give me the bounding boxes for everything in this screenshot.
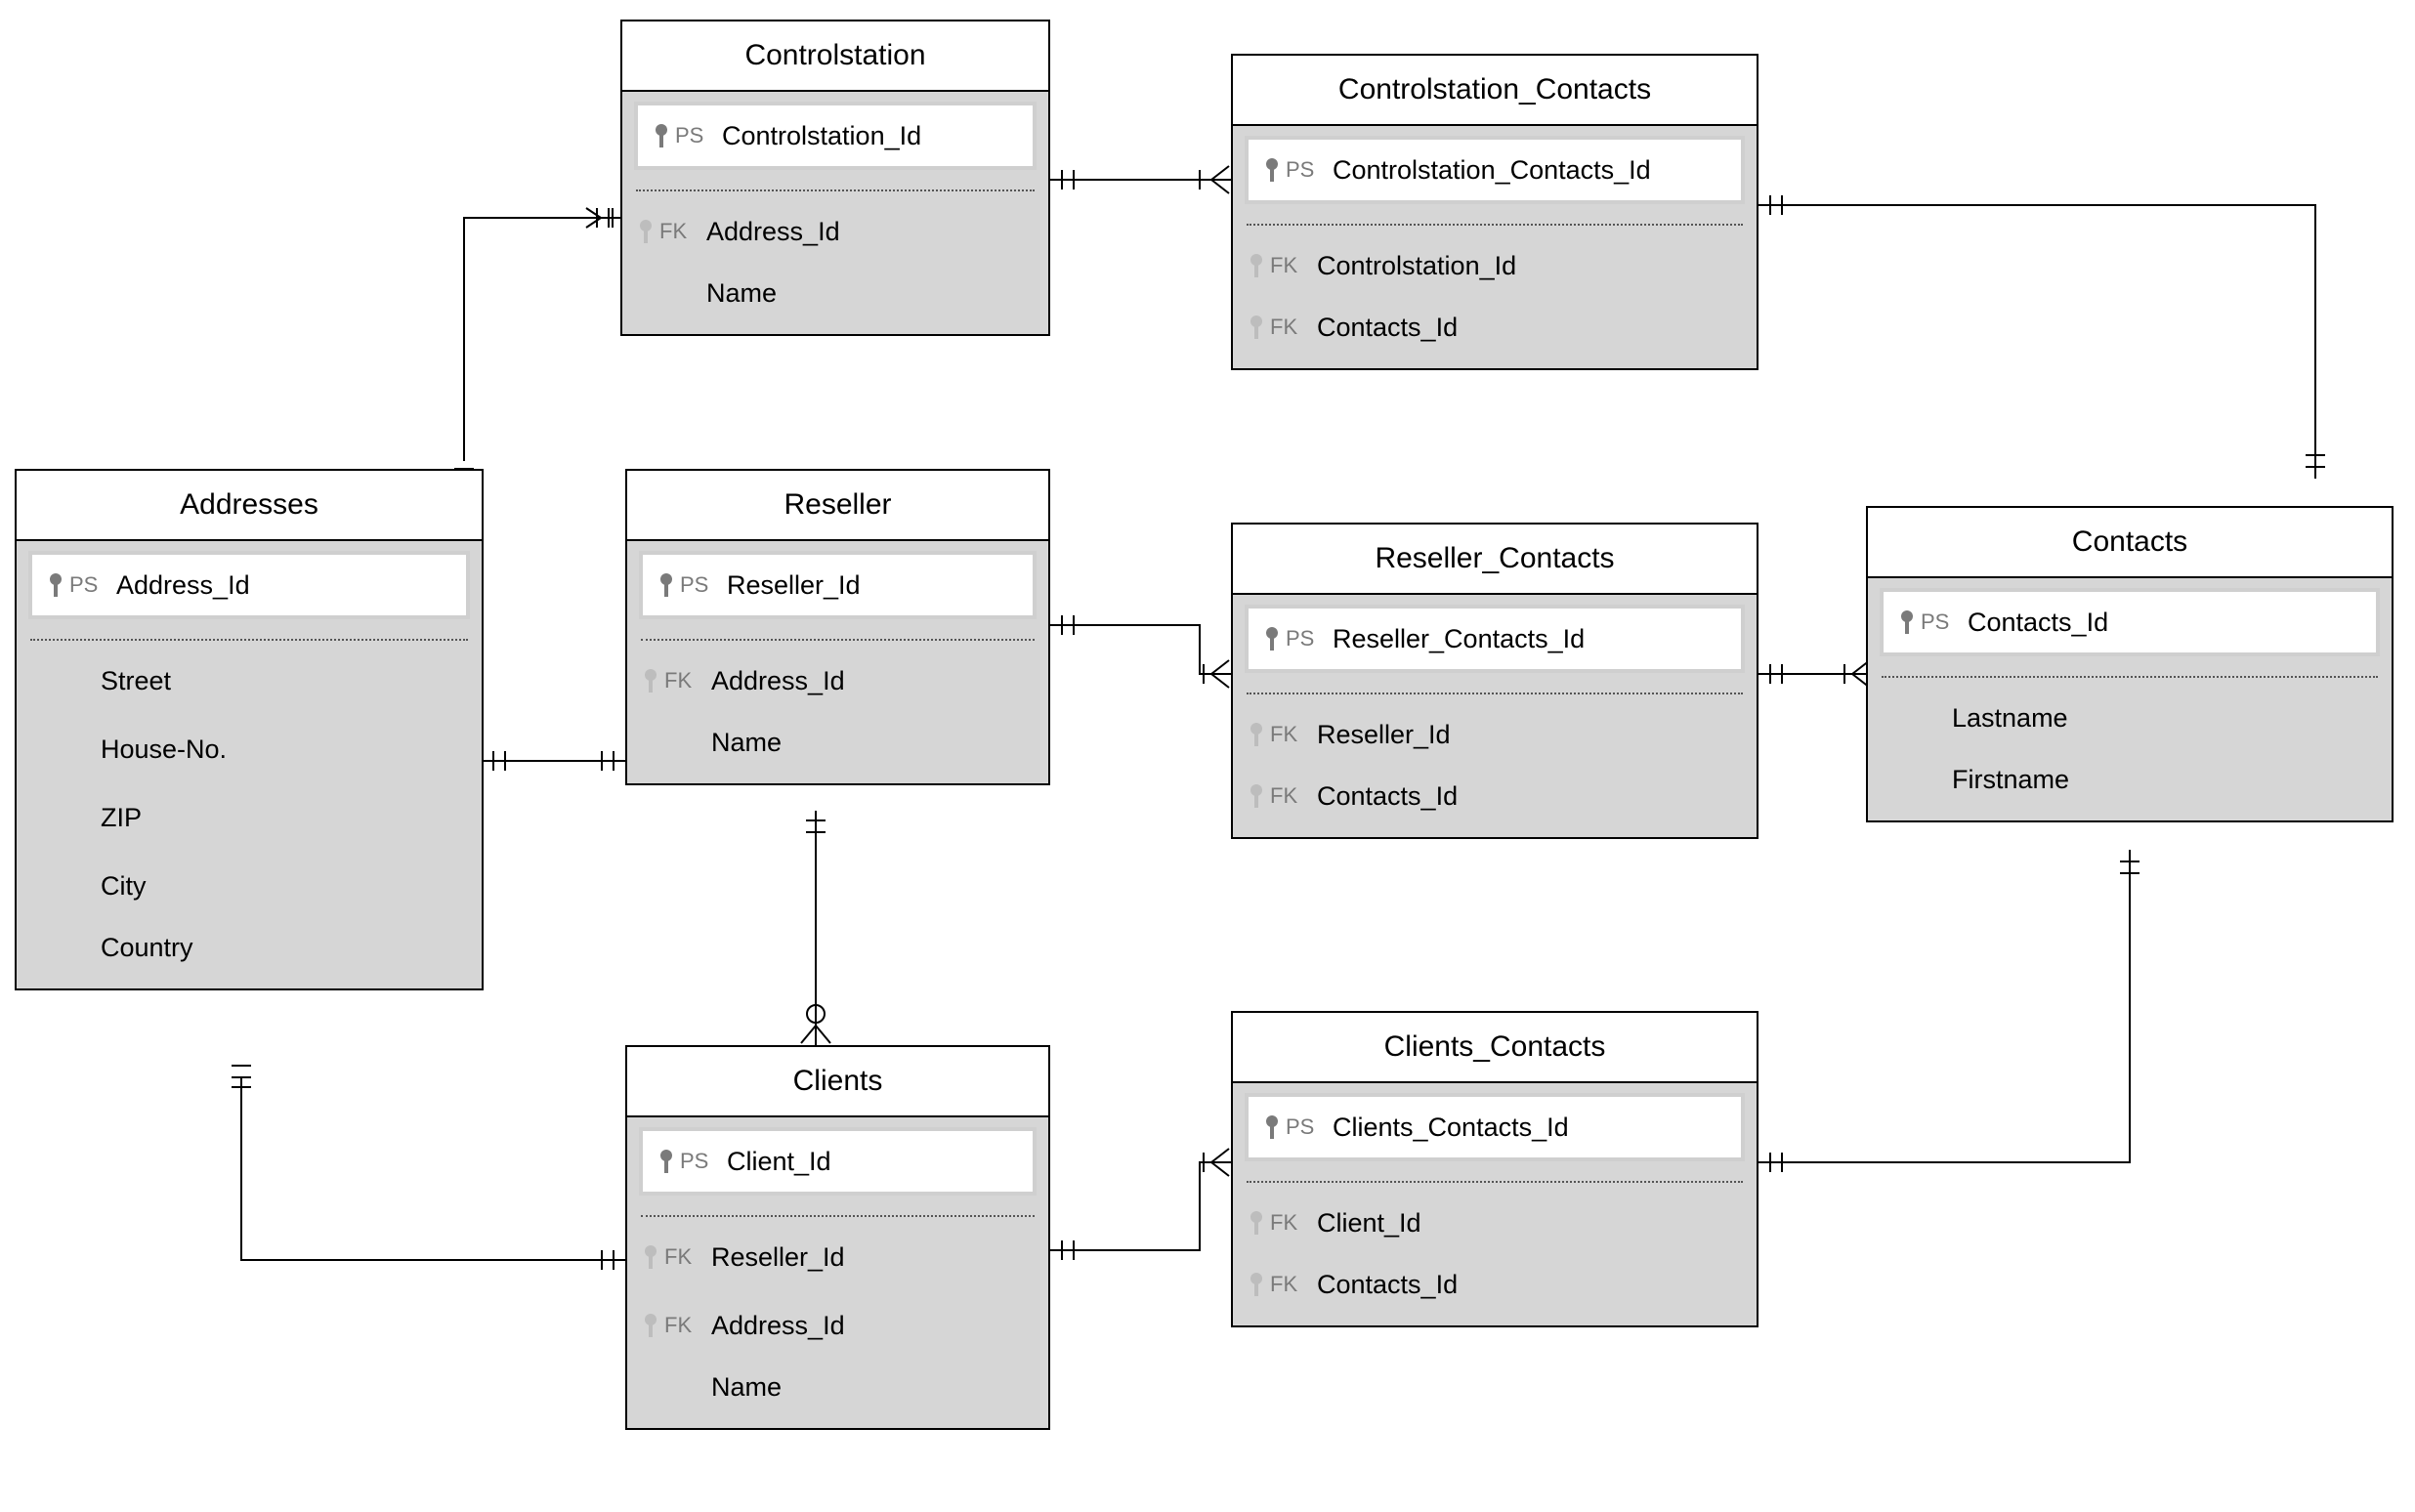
col-row: Firstname <box>1868 752 2392 820</box>
entity-title: Controlstation <box>622 21 1048 92</box>
pk-row: PS Reseller_Contacts_Id <box>1245 605 1745 673</box>
entity-addresses: Addresses PS Address_Id Street House-No.… <box>15 469 484 990</box>
separator <box>636 189 1035 191</box>
key-icon: FK <box>1247 252 1317 279</box>
fk-row: FK Contacts_Id <box>1233 300 1757 368</box>
key-icon: PS <box>1262 156 1333 184</box>
col-row: ZIP <box>17 783 482 852</box>
pk-row: PS Controlstation_Id <box>634 102 1037 170</box>
entity-title: Reseller_Contacts <box>1233 525 1757 595</box>
fk-row: FK Reseller_Id <box>1233 700 1757 769</box>
separator <box>1882 676 2378 678</box>
key-icon: FK <box>636 218 706 245</box>
entity-contacts: Contacts PS Contacts_Id Lastname Firstna… <box>1866 506 2394 822</box>
key-icon: FK <box>1247 1209 1317 1237</box>
col-row: Name <box>622 266 1048 334</box>
key-icon: PS <box>1262 625 1333 652</box>
entity-title: Clients <box>627 1047 1048 1117</box>
fk-row: FK Controlstation_Id <box>1233 231 1757 300</box>
separator <box>1247 693 1743 694</box>
entity-reseller-contacts: Reseller_Contacts PS Reseller_Contacts_I… <box>1231 523 1758 839</box>
key-icon: FK <box>1247 314 1317 341</box>
key-icon: FK <box>641 1312 711 1339</box>
key-icon: PS <box>46 571 116 599</box>
key-icon: PS <box>657 1148 727 1175</box>
entity-title: Addresses <box>17 471 482 541</box>
key-icon: FK <box>641 667 711 694</box>
pk-row: PS Client_Id <box>639 1127 1037 1196</box>
pk-row: PS Contacts_Id <box>1880 588 2380 656</box>
col-row: City <box>17 852 482 920</box>
key-icon: PS <box>1897 609 1968 636</box>
separator <box>641 639 1035 641</box>
separator <box>641 1215 1035 1217</box>
fk-row: FK Client_Id <box>1233 1189 1757 1257</box>
pk-row: PS Reseller_Id <box>639 551 1037 619</box>
key-icon: FK <box>1247 721 1317 748</box>
col-row: Name <box>627 1360 1048 1428</box>
fk-row: FK Address_Id <box>627 647 1048 715</box>
entity-title: Contacts <box>1868 508 2392 578</box>
col-row: Country <box>17 920 482 988</box>
pk-row: PS Controlstation_Contacts_Id <box>1245 136 1745 204</box>
entity-title: Controlstation_Contacts <box>1233 56 1757 126</box>
pk-row: PS Address_Id <box>28 551 470 619</box>
entity-controlstation-contacts: Controlstation_Contacts PS Controlstatio… <box>1231 54 1758 370</box>
col-row: Street <box>17 647 482 715</box>
separator <box>1247 224 1743 226</box>
entity-clients: Clients PS Client_Id FK Reseller_Id FK A… <box>625 1045 1050 1430</box>
fk-row: FK Contacts_Id <box>1233 1257 1757 1325</box>
entity-reseller: Reseller PS Reseller_Id FK Address_Id Na… <box>625 469 1050 785</box>
fk-row: FK Address_Id <box>627 1291 1048 1360</box>
fk-row: FK Contacts_Id <box>1233 769 1757 837</box>
fk-row: FK Reseller_Id <box>627 1223 1048 1291</box>
col-row: Name <box>627 715 1048 783</box>
key-icon: FK <box>1247 1271 1317 1298</box>
entity-controlstation: Controlstation PS Controlstation_Id FK A… <box>620 20 1050 336</box>
separator <box>30 639 468 641</box>
key-icon: PS <box>657 571 727 599</box>
fk-row: FK Address_Id <box>622 197 1048 266</box>
col-row: Lastname <box>1868 684 2392 752</box>
key-icon: FK <box>1247 782 1317 810</box>
entity-title: Clients_Contacts <box>1233 1013 1757 1083</box>
separator <box>1247 1181 1743 1183</box>
pk-label: Address_Id <box>116 570 452 601</box>
pk-row: PS Clients_Contacts_Id <box>1245 1093 1745 1161</box>
entity-clients-contacts: Clients_Contacts PS Clients_Contacts_Id … <box>1231 1011 1758 1327</box>
key-icon: PS <box>1262 1113 1333 1141</box>
entity-title: Reseller <box>627 471 1048 541</box>
key-icon: FK <box>641 1243 711 1271</box>
col-row: House-No. <box>17 715 482 783</box>
key-icon: PS <box>652 122 722 149</box>
